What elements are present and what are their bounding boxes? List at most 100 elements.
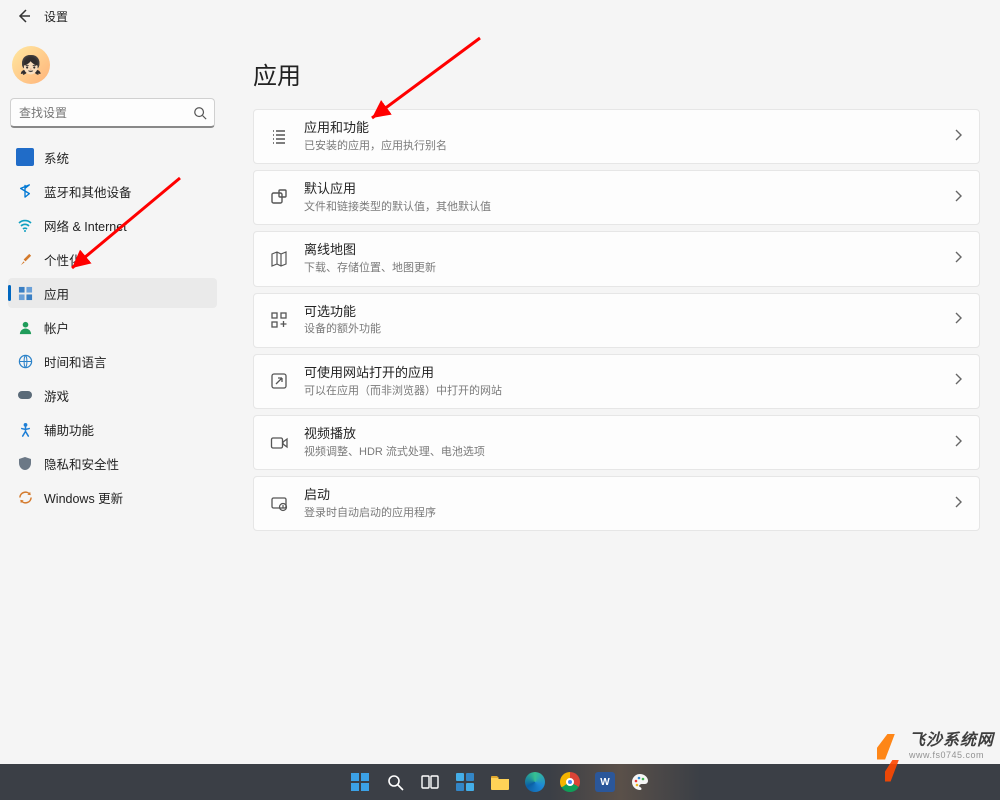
sidebar-item-accounts[interactable]: 帐户 <box>8 312 217 342</box>
sidebar-item-bluetooth[interactable]: 蓝牙和其他设备 <box>8 176 217 206</box>
chrome-icon <box>560 772 580 792</box>
startup-icon <box>268 493 290 515</box>
taskbar-explorer-button[interactable] <box>487 769 513 795</box>
sidebar-item-privacy[interactable]: 隐私和安全性 <box>8 448 217 478</box>
card-subtitle: 视频调整、HDR 流式处理、电池选项 <box>304 445 939 459</box>
card-title: 可使用网站打开的应用 <box>304 365 939 382</box>
windows-logo-icon <box>350 772 370 792</box>
apps-icon <box>16 284 34 302</box>
card-startup[interactable]: 启动 登录时自动启动的应用程序 <box>253 476 980 531</box>
watermark-text-en: www.fs0745.com <box>909 751 984 760</box>
card-subtitle: 文件和链接类型的默认值，其他默认值 <box>304 200 939 214</box>
card-title: 离线地图 <box>304 242 939 259</box>
watermark-logo <box>877 734 903 760</box>
sidebar-item-label: 隐私和安全性 <box>44 454 119 473</box>
sidebar-item-personalization[interactable]: 个性化 <box>8 244 217 274</box>
globe-icon <box>16 352 34 370</box>
taskbar-widgets-button[interactable] <box>452 769 478 795</box>
window-title: 设置 <box>44 8 68 25</box>
sidebar-item-label: 蓝牙和其他设备 <box>44 182 132 201</box>
card-offline-maps[interactable]: 离线地图 下载、存储位置、地图更新 <box>253 231 980 286</box>
sidebar-item-windows-update[interactable]: Windows 更新 <box>8 482 217 512</box>
palette-icon <box>630 772 650 792</box>
sidebar-item-network[interactable]: 网络 & Internet <box>8 210 217 240</box>
card-subtitle: 可以在应用（而非浏览器）中打开的网站 <box>304 384 939 398</box>
chevron-right-icon <box>953 434 963 452</box>
taskbar-search-button[interactable] <box>382 769 408 795</box>
sidebar-item-label: 时间和语言 <box>44 352 107 371</box>
update-icon <box>16 488 34 506</box>
card-title: 默认应用 <box>304 181 939 198</box>
accessibility-icon <box>16 420 34 438</box>
card-subtitle: 登录时自动启动的应用程序 <box>304 506 939 520</box>
card-video-playback[interactable]: 视频播放 视频调整、HDR 流式处理、电池选项 <box>253 415 980 470</box>
card-subtitle: 已安装的应用，应用执行别名 <box>304 139 939 153</box>
card-subtitle: 设备的额外功能 <box>304 322 939 336</box>
edge-icon <box>525 772 545 792</box>
widgets-icon <box>455 772 475 792</box>
sidebar-item-label: 系统 <box>44 148 69 167</box>
chevron-right-icon <box>953 250 963 268</box>
card-default-apps[interactable]: 默认应用 文件和链接类型的默认值，其他默认值 <box>253 170 980 225</box>
list-icon <box>268 126 290 148</box>
page-title: 应用 <box>253 56 980 91</box>
taskbar-start-button[interactable] <box>347 769 373 795</box>
map-icon <box>268 248 290 270</box>
share-icon <box>268 370 290 392</box>
sidebar-item-apps[interactable]: 应用 <box>8 278 217 308</box>
taskbar-app-button[interactable]: W <box>592 769 618 795</box>
content-area: 应用 应用和功能 已安装的应用，应用执行别名 默认应用 文件和链接类型的默认值，… <box>225 32 1000 764</box>
person-icon <box>16 318 34 336</box>
chevron-right-icon <box>953 495 963 513</box>
sidebar-item-time-language[interactable]: 时间和语言 <box>8 346 217 376</box>
chevron-right-icon <box>953 189 963 207</box>
back-button[interactable] <box>12 4 36 28</box>
taskbar: W <box>0 764 1000 800</box>
sidebar-item-gaming[interactable]: 游戏 <box>8 380 217 410</box>
card-title: 可选功能 <box>304 304 939 321</box>
taskbar-task-view-button[interactable] <box>417 769 443 795</box>
sidebar-item-accessibility[interactable]: 辅助功能 <box>8 414 217 444</box>
brush-icon <box>16 250 34 268</box>
wifi-icon <box>16 216 34 234</box>
search-icon <box>387 774 404 791</box>
default-apps-icon <box>268 187 290 209</box>
shield-icon <box>16 454 34 472</box>
folder-icon <box>490 772 510 792</box>
system-icon <box>16 148 34 166</box>
sidebar-item-label: Windows 更新 <box>44 488 123 507</box>
video-icon <box>268 432 290 454</box>
card-apps-features[interactable]: 应用和功能 已安装的应用，应用执行别名 <box>253 109 980 164</box>
sidebar-item-label: 应用 <box>44 284 69 303</box>
sidebar-item-label: 辅助功能 <box>44 420 94 439</box>
card-title: 应用和功能 <box>304 120 939 137</box>
chevron-right-icon <box>953 311 963 329</box>
search-input[interactable] <box>10 98 215 128</box>
arrow-left-icon <box>16 8 32 24</box>
card-optional-features[interactable]: 可选功能 设备的额外功能 <box>253 293 980 348</box>
bluetooth-icon <box>16 182 34 200</box>
taskbar-edge-button[interactable] <box>522 769 548 795</box>
sidebar: 👧🏻 系统 蓝牙和其他设备 网络 & Internet 个性化 应用 <box>0 32 225 764</box>
task-view-icon <box>421 775 439 789</box>
taskbar-chrome-button[interactable] <box>557 769 583 795</box>
generic-app-icon: W <box>595 772 615 792</box>
gamepad-icon <box>16 386 34 404</box>
sidebar-item-label: 帐户 <box>44 318 69 337</box>
card-subtitle: 下载、存储位置、地图更新 <box>304 261 939 275</box>
chevron-right-icon <box>953 372 963 390</box>
user-avatar: 👧🏻 <box>12 46 50 84</box>
watermark-text-cn: 飞沙系统网 <box>909 733 994 749</box>
card-title: 启动 <box>304 487 939 504</box>
sidebar-item-label: 个性化 <box>44 250 82 269</box>
chevron-right-icon <box>953 128 963 146</box>
taskbar-paint-button[interactable] <box>627 769 653 795</box>
sidebar-item-label: 网络 & Internet <box>44 216 127 235</box>
sidebar-item-system[interactable]: 系统 <box>8 142 217 172</box>
optional-features-icon <box>268 309 290 331</box>
watermark: 飞沙系统网 www.fs0745.com <box>877 733 994 760</box>
user-avatar-area[interactable]: 👧🏻 <box>8 42 217 94</box>
search-icon <box>193 106 207 120</box>
sidebar-item-label: 游戏 <box>44 386 69 405</box>
card-apps-for-websites[interactable]: 可使用网站打开的应用 可以在应用（而非浏览器）中打开的网站 <box>253 354 980 409</box>
